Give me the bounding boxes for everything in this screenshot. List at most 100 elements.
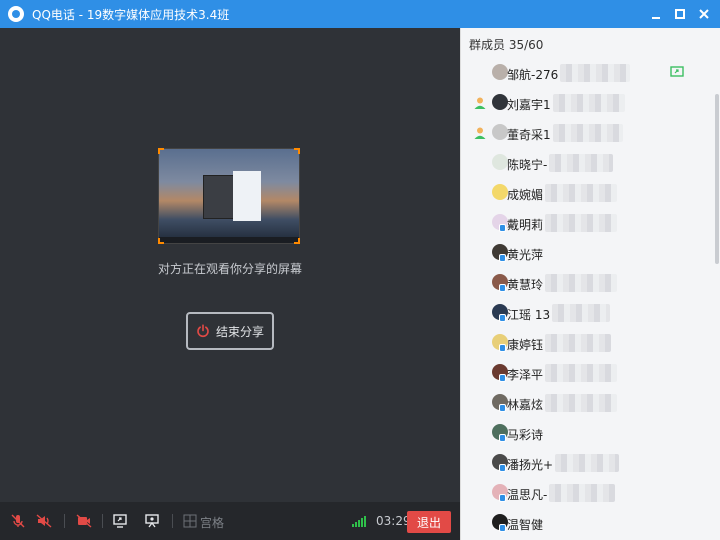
member-row[interactable]: 林嘉炫 xyxy=(461,388,713,418)
screen-share-icon xyxy=(113,514,127,528)
member-row[interactable]: 邹航-276 xyxy=(461,58,713,88)
screen-share-area: 对方正在观看你分享的屏幕 结束分享 xyxy=(0,28,460,502)
member-mic-icon xyxy=(499,224,506,232)
redacted-info xyxy=(552,304,610,322)
member-name: 戴明莉 xyxy=(507,218,544,232)
redacted-info xyxy=(545,214,617,232)
member-row[interactable]: 温思凡- xyxy=(461,478,713,508)
exit-call-button[interactable]: 退出 xyxy=(407,511,451,533)
member-avatar xyxy=(492,94,508,110)
thumbnail-taskbar xyxy=(159,237,299,243)
member-mic-icon xyxy=(499,494,506,502)
minimize-button[interactable] xyxy=(646,4,666,24)
grid-view-label: 宫格 xyxy=(200,516,225,530)
maximize-icon xyxy=(675,9,685,19)
redacted-info xyxy=(553,94,625,112)
member-name: 江瑶 13 xyxy=(507,308,551,322)
share-status-text: 对方正在观看你分享的屏幕 xyxy=(157,262,302,276)
redacted-info xyxy=(549,484,615,502)
member-avatar xyxy=(492,154,508,170)
member-mic-icon xyxy=(499,254,506,262)
frame-corner xyxy=(158,148,164,154)
member-row[interactable]: 成婉媚 xyxy=(461,178,713,208)
admin-icon xyxy=(474,97,486,109)
members-panel: 群成员 35/60 邹航-276 刘嘉宇1 董奇采1 陈晓宁- 成婉媚戴明莉黄光萍黄慧玲… xyxy=(460,28,720,540)
member-name: 康婷钰 xyxy=(507,338,544,352)
member-row[interactable]: 陈晓宁- xyxy=(461,148,713,178)
admin-icon xyxy=(474,127,486,139)
member-mic-icon xyxy=(499,344,506,352)
member-mic-icon xyxy=(499,524,506,532)
member-row[interactable]: 江瑶 13 xyxy=(461,298,713,328)
redacted-info xyxy=(545,184,617,202)
presentation-icon xyxy=(145,514,159,528)
mic-muted-icon xyxy=(11,514,25,528)
member-row[interactable]: 马彩诗 xyxy=(461,418,713,448)
redacted-info xyxy=(560,64,630,82)
member-row[interactable]: 董奇采1 xyxy=(461,118,713,148)
speaker-muted-button[interactable] xyxy=(34,511,54,531)
member-name: 黄慧玲 xyxy=(507,278,544,292)
member-name: 林嘉炫 xyxy=(507,398,544,412)
member-mic-icon xyxy=(499,314,506,322)
title-bar: QQ电话 - 19数字媒体应用技术3.4班 xyxy=(0,0,720,28)
members-count: 群成员 35/60 xyxy=(469,38,544,52)
member-avatar xyxy=(492,64,508,80)
member-row[interactable]: 温智健 xyxy=(461,508,713,538)
close-button[interactable] xyxy=(694,4,714,24)
presentation-button[interactable] xyxy=(142,511,162,531)
member-name: 黄光萍 xyxy=(507,248,544,262)
member-name: 陈晓宁- xyxy=(507,158,548,172)
members-scrollbar[interactable] xyxy=(714,58,720,538)
qq-logo-icon xyxy=(8,6,24,22)
member-name: 董奇采1 xyxy=(507,128,551,142)
member-mic-icon xyxy=(499,284,506,292)
member-row[interactable]: 戴明莉 xyxy=(461,208,713,238)
end-share-button[interactable]: 结束分享 xyxy=(186,312,274,350)
member-avatar xyxy=(492,124,508,140)
members-list[interactable]: 邹航-276 刘嘉宇1 董奇采1 陈晓宁- 成婉媚戴明莉黄光萍黄慧玲江瑶 13 康婷钰李泽… xyxy=(461,58,713,538)
frame-corner xyxy=(294,238,300,244)
toolbar-divider xyxy=(64,514,65,528)
member-row[interactable]: 李泽平 xyxy=(461,358,713,388)
member-name: 温思凡- xyxy=(507,488,548,502)
end-share-label: 结束分享 xyxy=(215,324,264,339)
member-row[interactable]: 潘扬光+ xyxy=(461,448,713,478)
member-mic-icon xyxy=(499,464,506,472)
camera-off-button[interactable] xyxy=(74,511,94,531)
member-row[interactable]: 黄光萍 xyxy=(461,238,713,268)
mic-muted-button[interactable] xyxy=(8,511,28,531)
frame-corner xyxy=(294,148,300,154)
call-timer: 03:29 xyxy=(376,514,411,528)
call-toolbar: 宫格 03:29 退出 xyxy=(0,502,460,540)
redacted-info xyxy=(555,454,619,472)
maximize-button[interactable] xyxy=(670,4,690,24)
member-mic-icon xyxy=(499,404,506,412)
window-controls xyxy=(646,0,714,28)
member-mic-icon xyxy=(499,374,506,382)
redacted-info xyxy=(545,334,611,352)
member-row[interactable]: 刘嘉宇1 xyxy=(461,88,713,118)
grid-view-button[interactable] xyxy=(180,511,200,531)
close-icon xyxy=(699,9,709,19)
redacted-info xyxy=(545,364,617,382)
member-name: 李泽平 xyxy=(507,368,544,382)
member-row[interactable]: 康婷钰 xyxy=(461,328,713,358)
member-name: 成婉媚 xyxy=(507,188,544,202)
redacted-info xyxy=(545,394,617,412)
member-row[interactable]: 黄慧玲 xyxy=(461,268,713,298)
shared-screen-thumbnail xyxy=(158,148,300,244)
camera-off-icon xyxy=(76,514,92,528)
member-mic-icon xyxy=(499,434,506,442)
minimize-icon xyxy=(652,17,660,19)
redacted-info xyxy=(545,274,617,292)
scrollbar-thumb[interactable] xyxy=(715,94,719,264)
member-name: 马彩诗 xyxy=(507,428,544,442)
toolbar-divider xyxy=(172,514,173,528)
power-icon xyxy=(197,324,209,338)
redacted-info xyxy=(549,154,613,172)
thumbnail-panel xyxy=(233,171,261,221)
toolbar-divider xyxy=(102,514,103,528)
grid-icon xyxy=(183,514,197,528)
screen-share-button[interactable] xyxy=(110,511,130,531)
